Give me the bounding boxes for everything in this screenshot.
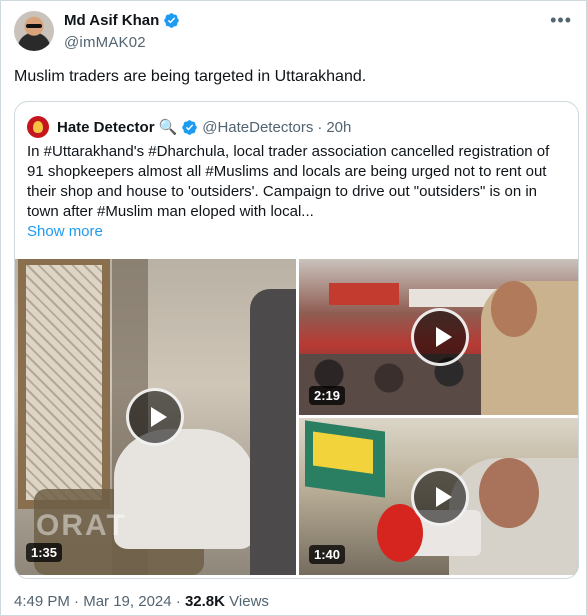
separator-dot: ·: [317, 118, 323, 136]
media-grid: ORAT 1:35 2:19 1:40: [15, 259, 578, 578]
play-icon[interactable]: [126, 388, 184, 446]
avatar-sunglasses: [26, 24, 42, 28]
quoted-tweet-header: Hate Detector 🔍 @HateDetectors · 20h: [27, 116, 351, 138]
separator-dot: ·: [74, 593, 80, 610]
verified-badge-icon: [182, 119, 197, 135]
author-avatar[interactable]: [14, 11, 54, 51]
author-display-name[interactable]: Md Asif Khan: [64, 12, 159, 29]
quoted-author-name[interactable]: Hate Detector: [57, 119, 155, 136]
quoted-tweet[interactable]: Hate Detector 🔍 @HateDetectors · 20h In …: [14, 101, 579, 579]
video-duration: 1:35: [26, 543, 63, 562]
standing-person: [250, 289, 296, 575]
separator-dot: ·: [175, 593, 181, 610]
play-icon[interactable]: [411, 468, 469, 526]
show-more-link[interactable]: Show more: [27, 223, 103, 240]
video-thumbnail-1[interactable]: ORAT 1:35: [15, 259, 296, 575]
video-thumbnail-2[interactable]: 2:19: [299, 259, 578, 415]
tweet-footer: 4:49 PM · Mar 19, 2024 · 32.8K Views: [14, 593, 269, 610]
video-duration: 1:40: [309, 545, 346, 564]
tweet-card: Md Asif Khan @imMAK02 ••• Muslim traders…: [0, 0, 587, 616]
quoted-author-avatar[interactable]: [27, 116, 49, 138]
post-date[interactable]: Mar 19, 2024: [83, 593, 171, 610]
seated-person: [114, 429, 254, 549]
views-label: Views: [229, 593, 269, 610]
window-grille: [18, 259, 110, 509]
shop-sign: [329, 283, 399, 305]
quoted-tweet-age[interactable]: 20h: [326, 119, 351, 136]
video-duration: 2:19: [309, 386, 346, 405]
tweet-text: Muslim traders are being targeted in Utt…: [14, 68, 367, 85]
play-icon[interactable]: [411, 308, 469, 366]
quoted-tweet-body: In #Uttarakhand's #Dharchula, local trad…: [27, 143, 550, 220]
video-watermark: ORAT: [36, 509, 127, 542]
foreground-person: [481, 281, 578, 415]
author-handle[interactable]: @imMAK02: [64, 34, 146, 51]
tweet-header: Md Asif Khan @imMAK02 •••: [14, 11, 574, 55]
verified-badge-icon: [164, 13, 180, 28]
views-count: 32.8K: [184, 593, 225, 610]
shop-signboard: [305, 420, 385, 498]
quoted-author-handle[interactable]: @HateDetectors: [202, 119, 313, 136]
video-thumbnail-3[interactable]: 1:40: [299, 418, 578, 575]
post-time[interactable]: 4:49 PM: [14, 593, 70, 610]
author-name-row: Md Asif Khan: [64, 12, 180, 29]
more-options-icon[interactable]: •••: [550, 11, 572, 29]
magnifier-emoji-icon: 🔍: [158, 119, 178, 136]
